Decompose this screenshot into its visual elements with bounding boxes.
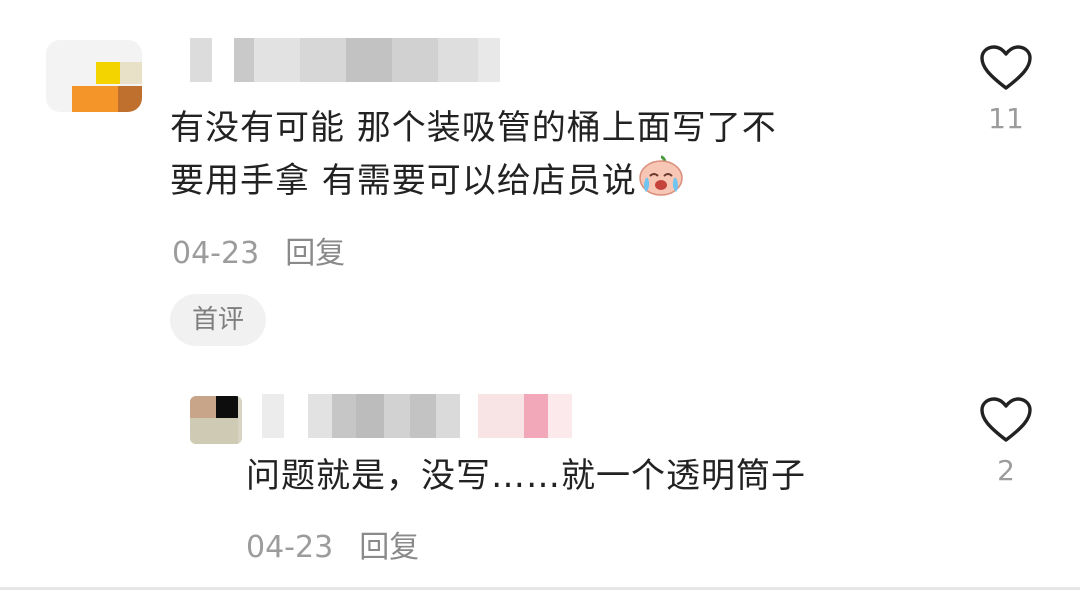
avatar[interactable]: [46, 40, 142, 112]
reply-button[interactable]: 回复: [285, 236, 345, 271]
username-blurred[interactable]: [262, 394, 572, 438]
comment-text-line2-wrap: 要用手拿 有需要可以给店员说: [170, 154, 777, 213]
heart-icon: [976, 396, 1036, 444]
avatar[interactable]: [190, 396, 242, 444]
first-comment-badge: 首评: [170, 294, 266, 346]
heart-icon: [976, 44, 1036, 92]
like-button[interactable]: 2: [976, 396, 1036, 487]
like-count: 11: [988, 102, 1024, 135]
username-blurred[interactable]: [190, 38, 500, 82]
comment-text-line1: 有没有可能 那个装吸管的桶上面写了不: [170, 108, 777, 148]
comment-item: 有没有可能 那个装吸管的桶上面写了不 要用手拿 有需要可以给店员说 04-23 回…: [0, 0, 1080, 370]
like-count: 2: [997, 454, 1015, 487]
reply-meta: 04-23 回复: [246, 522, 419, 566]
comment-text-line2: 要用手拿 有需要可以给店员说: [170, 161, 637, 201]
crying-face-emoji-icon: [637, 154, 685, 213]
reply-text: 问题就是，没写……就一个透明筒子: [246, 456, 806, 496]
comment-meta: 04-23 回复: [172, 228, 345, 272]
reply-item: 问题就是，没写……就一个透明筒子 04-23 回复 2: [0, 370, 1080, 590]
comment-date: 04-23: [172, 236, 260, 271]
comment-text: 有没有可能 那个装吸管的桶上面写了不 要用手拿 有需要可以给店员说: [170, 102, 777, 213]
reply-button[interactable]: 回复: [359, 530, 419, 565]
reply-date: 04-23: [246, 530, 334, 565]
like-button[interactable]: 11: [976, 44, 1036, 135]
